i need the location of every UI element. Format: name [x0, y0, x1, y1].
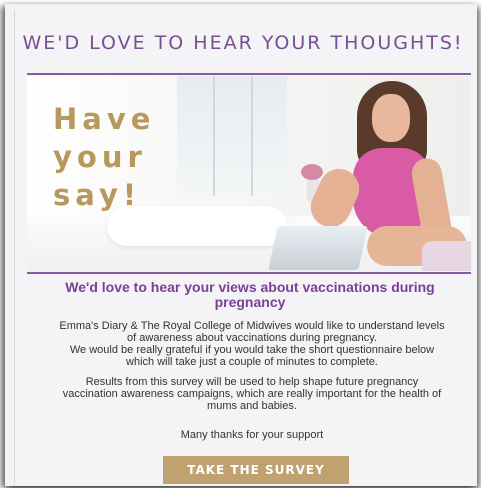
hero-image: Have your say! — [27, 76, 471, 271]
paragraph-line: which will take just a couple of minutes… — [126, 356, 378, 368]
thanks-text: Many thanks for your support — [180, 429, 324, 441]
flower — [301, 164, 323, 180]
woman-face — [372, 94, 410, 142]
paragraph-line: Results from this survey will be used to… — [85, 376, 419, 388]
laptop — [268, 226, 368, 270]
tagline-line: say! — [53, 178, 142, 212]
blanket — [422, 241, 471, 271]
paragraph-line: We would be really grateful if you would… — [69, 344, 435, 356]
tagline-line: your — [53, 140, 147, 174]
results-paragraph: Results from this survey will be used to… — [37, 376, 467, 412]
paragraph-line: vaccination awareness campaigns, which a… — [62, 388, 442, 400]
take-survey-button[interactable]: TAKE THE SURVEY — [163, 456, 349, 484]
paragraph-line: of awareness about vaccinations during p… — [127, 332, 377, 344]
hero-tagline: Have your say! — [53, 100, 155, 214]
divider-bottom — [27, 272, 471, 274]
intro-paragraph: Emma's Diary & The Royal College of Midw… — [37, 320, 467, 368]
email-card: WE'D LOVE TO HEAR YOUR THOUGHTS! Have yo… — [14, 10, 471, 485]
paragraph-line: mums and babies. — [207, 400, 297, 412]
page-title: WE'D LOVE TO HEAR YOUR THOUGHTS! — [22, 32, 464, 54]
tagline-line: Have — [53, 102, 156, 136]
divider-top — [27, 73, 471, 75]
subheading: We'd love to hear your views about vacci… — [65, 279, 435, 310]
paragraph-line: Emma's Diary & The Royal College of Midw… — [59, 320, 445, 332]
window-background — [177, 76, 287, 196]
